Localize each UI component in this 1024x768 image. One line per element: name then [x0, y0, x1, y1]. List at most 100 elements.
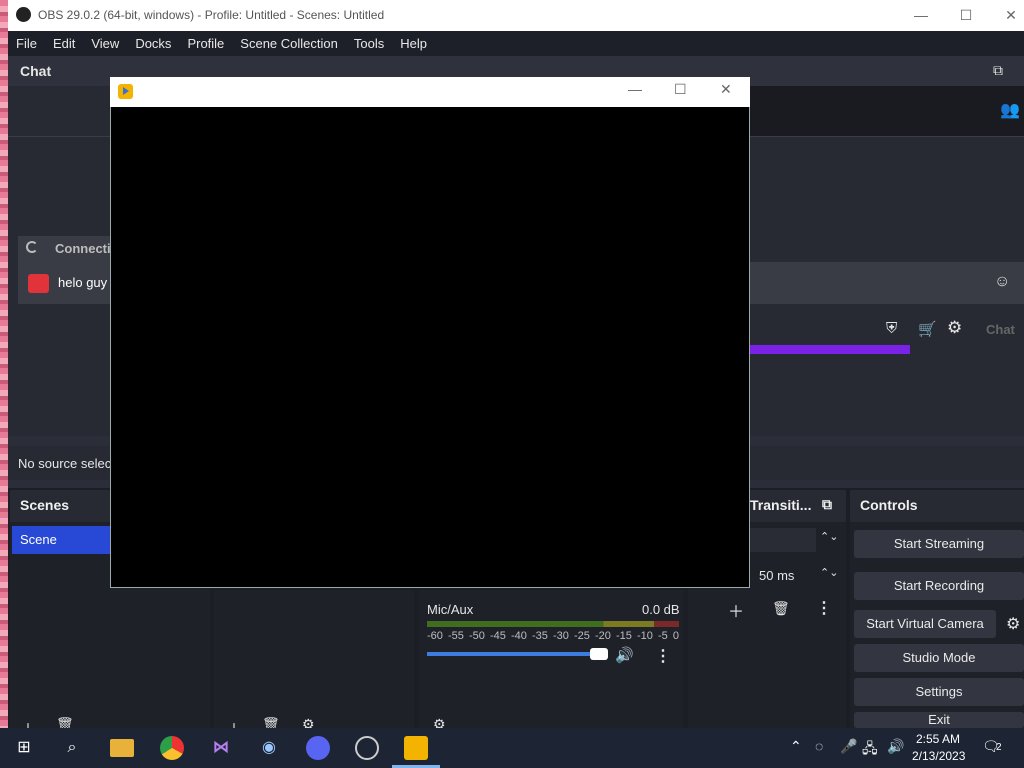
visual-studio-icon[interactable]: ⋈: [209, 736, 233, 760]
shield-icon[interactable]: ⛨: [886, 320, 897, 337]
meter-tick: -30: [553, 630, 569, 642]
maximize-button[interactable]: ☐: [948, 4, 984, 26]
sources-dock: ＋ 🗑 ⚙: [214, 590, 414, 739]
start-virtual-camera-button[interactable]: Start Virtual Camera: [854, 610, 996, 638]
meter-tick: -50: [469, 630, 485, 642]
duration-stepper-icon[interactable]: ⌃⌄: [820, 566, 838, 579]
chrome-icon[interactable]: [160, 736, 184, 760]
microphone-icon[interactable]: 🎤: [840, 738, 857, 755]
menu-help[interactable]: Help: [392, 31, 435, 51]
mixer-menu-icon[interactable]: ⋮: [655, 646, 671, 666]
progress-bar: [750, 345, 910, 354]
menu-profile[interactable]: Profile: [179, 31, 232, 51]
projector-close-button[interactable]: ✕: [720, 81, 732, 98]
notification-count: 2: [996, 742, 1002, 753]
clock-time[interactable]: 2:55 AM: [916, 732, 960, 746]
connecting-label: Connecti: [55, 241, 111, 256]
transition-select[interactable]: [750, 528, 816, 552]
undock-icon[interactable]: ⧉: [822, 496, 832, 513]
menu-bar: File Edit View Docks Profile Scene Collection…: [8, 31, 1024, 56]
studio-mode-button[interactable]: Studio Mode: [854, 644, 1024, 672]
volume-meter: [427, 621, 679, 627]
window-title: OBS 29.0.2 (64-bit, windows) - Profile: …: [38, 8, 385, 22]
controls-dock: Controls Start Streaming Start Recording…: [850, 490, 1024, 728]
discord-icon[interactable]: [306, 736, 330, 760]
no-source-label: No source selec: [18, 456, 112, 471]
menu-docks[interactable]: Docks: [127, 31, 179, 51]
meter-tick: 0: [672, 630, 679, 642]
desktop-background: [0, 0, 8, 728]
meter-scale: -60 -55 -50 -45 -40 -35 -30 -25 -20 -15 …: [427, 630, 679, 642]
settings-button[interactable]: Settings: [854, 678, 1024, 706]
scenes-title: Scenes: [20, 497, 70, 513]
projector-maximize-button[interactable]: ☐: [674, 81, 687, 98]
meter-tick: -5: [658, 630, 668, 642]
chevron-up-icon[interactable]: ⌃: [790, 738, 802, 755]
search-icon[interactable]: ⌕: [60, 736, 84, 760]
meter-tick: -35: [532, 630, 548, 642]
meter-tick: -55: [448, 630, 464, 642]
audio-mixer-dock: Mic/Aux 0.0 dB -60 -55 -50 -45 -40 -35 -…: [419, 590, 683, 732]
windows-start-icon[interactable]: ⊞: [12, 736, 36, 760]
obs-taskbar-icon[interactable]: [355, 736, 379, 760]
gear-icon[interactable]: ⚙: [947, 318, 962, 338]
menu-scene-collection[interactable]: Scene Collection: [232, 31, 346, 51]
user-list-icon[interactable]: 👥: [1000, 100, 1020, 120]
chevron-updown-icon[interactable]: ⌃⌄: [820, 530, 838, 543]
projector-title-bar: — ☐ ✕: [110, 77, 750, 107]
chat-send-button[interactable]: Chat: [976, 318, 1024, 346]
volume-slider[interactable]: [427, 652, 597, 656]
meter-tick: -45: [490, 630, 506, 642]
spinner-icon: [26, 241, 38, 253]
start-recording-button[interactable]: Start Recording: [854, 572, 1024, 600]
mixer-source-name: Mic/Aux: [427, 602, 474, 617]
mixer-level: 0.0 dB: [642, 602, 680, 617]
obs-title-bar: OBS 29.0.2 (64-bit, windows) - Profile: …: [8, 0, 1024, 31]
clock-date[interactable]: 2/13/2023: [912, 749, 965, 763]
windows-taskbar: ⊞ ⌕ ⋈ ◉ ⌃ ◌ 🎤 🖧 🔊 2:55 AM 2/13/2023 🗨 2: [0, 728, 1024, 768]
volume-slider-handle[interactable]: [590, 648, 608, 660]
meter-tick: -10: [637, 630, 653, 642]
chat-message-text: helo guy: [58, 275, 108, 290]
projector-window[interactable]: [110, 77, 750, 588]
connecting-status: Connecti: [18, 236, 118, 262]
steam-icon[interactable]: ◉: [257, 736, 281, 760]
remove-transition-icon[interactable]: 🗑: [772, 600, 790, 617]
menu-tools[interactable]: Tools: [346, 31, 392, 51]
volume-icon[interactable]: 🔊: [887, 738, 904, 755]
meter-tick: -60: [427, 630, 443, 642]
obs-logo-icon: [16, 7, 31, 22]
scene-item-label: Scene: [20, 532, 57, 547]
chat-top-panel: 👥: [750, 86, 1024, 136]
youtube-icon: [28, 274, 49, 293]
meter-tick: -20: [595, 630, 611, 642]
controls-header: Controls: [850, 490, 1024, 522]
menu-file[interactable]: File: [8, 31, 45, 51]
file-explorer-icon[interactable]: [110, 739, 134, 757]
menu-edit[interactable]: Edit: [45, 31, 83, 51]
projector-minimize-button[interactable]: —: [628, 81, 642, 97]
transition-duration[interactable]: 50 ms: [759, 568, 794, 583]
exit-button[interactable]: Exit: [854, 712, 1024, 728]
virtual-camera-settings-icon[interactable]: ⚙: [1006, 614, 1020, 634]
meter-tick: -25: [574, 630, 590, 642]
tray-app-icon[interactable]: ◌: [815, 738, 823, 754]
close-button[interactable]: ✕: [993, 4, 1024, 26]
meter-tick: -40: [511, 630, 527, 642]
emoji-icon[interactable]: ☺: [994, 273, 1010, 291]
projector-taskbar-icon[interactable]: [404, 736, 428, 760]
cart-icon[interactable]: 🛒: [918, 320, 937, 338]
minimize-button[interactable]: —: [903, 4, 939, 26]
speaker-icon[interactable]: 🔊: [615, 646, 634, 664]
network-icon[interactable]: 🖧: [862, 738, 878, 762]
scene-list-item[interactable]: Scene: [12, 526, 110, 554]
add-transition-icon[interactable]: ＋: [728, 598, 744, 622]
controls-title: Controls: [860, 497, 918, 513]
transition-menu-icon[interactable]: ⋮: [816, 598, 832, 618]
undock-icon[interactable]: ⧉: [993, 62, 1003, 79]
start-streaming-button[interactable]: Start Streaming: [854, 530, 1024, 558]
menu-view[interactable]: View: [83, 31, 127, 51]
chat-dock-title: Chat: [20, 63, 52, 79]
projector-app-icon: [118, 84, 133, 99]
transitions-title: Transiti...: [750, 497, 812, 513]
